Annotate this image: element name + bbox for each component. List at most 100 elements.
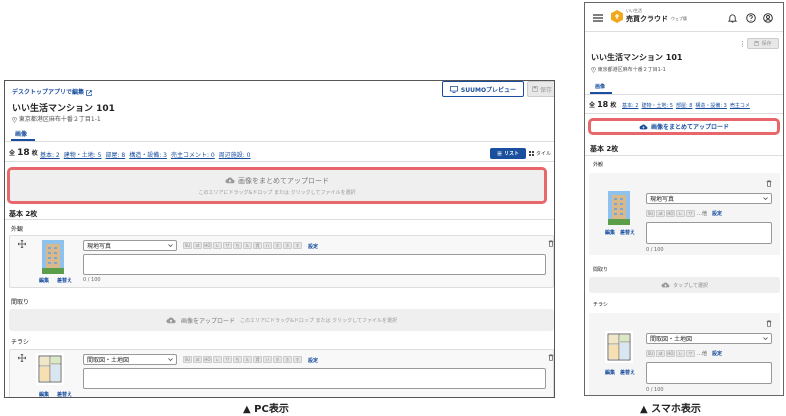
suumo-preview-button[interactable]: SUUMOプレビュー xyxy=(442,81,524,97)
edit-link[interactable]: 編集 xyxy=(605,369,615,376)
drag-handle-icon[interactable] xyxy=(18,354,26,362)
portal-tag[interactable]: サ xyxy=(223,242,232,249)
portal-tag[interactable]: ホ xyxy=(293,242,302,249)
floorplan-thumbnail[interactable] xyxy=(36,353,64,385)
more-options-icon[interactable]: ⋮ xyxy=(739,40,746,48)
portal-tag[interactable]: サ xyxy=(686,350,695,357)
portal-tag[interactable]: SU xyxy=(183,242,192,249)
portal-tag[interactable]: 賃 xyxy=(253,242,262,249)
portal-tag[interactable]: 賃 xyxy=(253,356,262,363)
trash-icon[interactable] xyxy=(766,320,772,327)
bulk-upload-zone[interactable]: 画像をまとめてアップロード このエリアにドラッグ&ドロップ または クリックして… xyxy=(10,170,544,201)
section-basic-heading: 基本 2枚 xyxy=(9,210,38,218)
edit-link[interactable]: 編集 xyxy=(39,277,49,284)
save-button[interactable]: 保存 xyxy=(747,38,779,49)
hamburger-menu-icon[interactable] xyxy=(593,14,603,22)
category-link[interactable]: 構造・設備: 3 xyxy=(695,102,726,109)
portal-tag[interactable]: レ xyxy=(676,350,685,357)
portal-tag[interactable]: ル xyxy=(243,242,252,249)
category-link[interactable]: 売主コメント: 0 xyxy=(171,150,215,159)
replace-link[interactable]: 差替え xyxy=(620,229,635,236)
help-icon[interactable] xyxy=(746,13,756,23)
portal-tag[interactable]: ち xyxy=(233,242,242,249)
edit-link[interactable]: 編集 xyxy=(605,229,615,236)
portal-tag[interactable]: ハ xyxy=(263,242,272,249)
category-link[interactable]: 建物・土地: 5 xyxy=(64,150,102,159)
setting-link[interactable]: 設定 xyxy=(712,210,722,217)
portal-tag[interactable]: HO xyxy=(203,356,212,363)
portal-tag[interactable]: SU xyxy=(646,350,655,357)
category-link[interactable]: 建物・土地: 5 xyxy=(641,102,672,109)
drag-handle-icon[interactable] xyxy=(18,240,26,248)
image-comment-textarea[interactable] xyxy=(83,254,546,275)
portal-tag[interactable]: HO xyxy=(666,210,675,217)
total-number: 18 xyxy=(17,148,30,158)
portal-tag[interactable]: レ xyxy=(676,210,685,217)
portal-tag[interactable]: レ xyxy=(213,356,222,363)
tab-images[interactable]: 画像 xyxy=(595,83,605,90)
portal-tag[interactable]: ハ xyxy=(263,356,272,363)
category-link[interactable]: 売主コメ xyxy=(730,102,750,109)
desktop-app-link[interactable]: デスクトップアプリで編集 xyxy=(12,87,92,96)
category-link[interactable]: 部屋: 8 xyxy=(676,102,692,109)
image-comment-textarea[interactable] xyxy=(83,368,546,389)
user-account-icon[interactable] xyxy=(763,13,773,23)
trash-icon[interactable] xyxy=(548,354,554,361)
portal-tag[interactable]: サ xyxy=(686,210,695,217)
portal-tag[interactable]: at xyxy=(656,350,665,357)
save-label: 保存 xyxy=(539,86,552,94)
portal-tag-row: SU at HO レ サ ち ル 賃 ハ ホ ホ ホ xyxy=(183,242,303,249)
setting-link[interactable]: 設定 xyxy=(308,357,318,364)
portal-tag[interactable]: レ xyxy=(213,242,222,249)
portal-tag[interactable]: HO xyxy=(666,350,675,357)
building-photo-thumbnail[interactable] xyxy=(608,191,630,225)
image-comment-textarea[interactable] xyxy=(646,362,772,384)
replace-link[interactable]: 差替え xyxy=(620,369,635,376)
setting-link[interactable]: 設定 xyxy=(308,243,318,250)
category-link[interactable]: 周辺施設: 0 xyxy=(219,150,251,159)
portal-tag[interactable]: at xyxy=(193,242,202,249)
portal-tag[interactable]: ホ xyxy=(293,356,302,363)
trash-icon[interactable] xyxy=(766,180,772,187)
group-upload-zone[interactable]: タップして選択 xyxy=(589,277,780,293)
portal-tag[interactable]: HO xyxy=(203,242,212,249)
portal-tag[interactable]: ち xyxy=(233,356,242,363)
view-list-button[interactable]: リスト xyxy=(490,148,526,159)
image-comment-textarea[interactable] xyxy=(646,222,772,244)
category-link[interactable]: 部屋: 8 xyxy=(106,150,126,159)
portal-tag[interactable]: ホ xyxy=(283,242,292,249)
section-basic-heading: 基本 2枚 xyxy=(590,145,619,153)
monitor-icon xyxy=(450,85,458,93)
image-item-card: 編集 差替え 間取図・土地図 SU at HO レ サ ち ル 賃 ハ ホ ホ … xyxy=(9,349,554,397)
group-upload-zone[interactable]: 画像をアップロード このエリアにドラッグ&ドロップ または クリックしてファイル… xyxy=(9,309,554,331)
image-category-select[interactable]: 間取図・土地図 xyxy=(83,354,177,365)
category-link[interactable]: 構造・設備: 3 xyxy=(129,150,167,159)
bell-icon[interactable] xyxy=(728,13,737,23)
portal-tag[interactable]: SU xyxy=(646,210,655,217)
image-category-select[interactable]: 間取図・土地図 xyxy=(646,333,772,344)
replace-link[interactable]: 差替え xyxy=(57,277,72,284)
bulk-upload-button[interactable]: 画像をまとめてアップロード xyxy=(591,121,777,132)
tab-images[interactable]: 画像 xyxy=(15,129,27,138)
image-category-select[interactable]: 現地写真 xyxy=(83,240,177,251)
floorplan-thumbnail[interactable] xyxy=(605,331,633,363)
portal-tag[interactable]: ル xyxy=(243,356,252,363)
edit-link[interactable]: 編集 xyxy=(39,391,49,397)
setting-link[interactable]: 設定 xyxy=(712,350,722,357)
view-tile-button[interactable]: タイル xyxy=(529,148,554,159)
image-category-select[interactable]: 現地写真 xyxy=(646,193,772,204)
building-photo-thumbnail[interactable] xyxy=(42,240,64,274)
portal-tag[interactable]: SU xyxy=(183,356,192,363)
category-link[interactable]: 基本: 2 xyxy=(622,102,638,109)
save-button[interactable]: 保存 xyxy=(527,81,554,97)
replace-link[interactable]: 差替え xyxy=(57,391,72,397)
portal-tag[interactable]: ホ xyxy=(273,242,282,249)
portal-tag[interactable]: at xyxy=(656,210,665,217)
portal-tag[interactable]: サ xyxy=(223,356,232,363)
group-upload-label: 画像をアップロード xyxy=(181,317,236,325)
portal-tag[interactable]: ホ xyxy=(273,356,282,363)
category-link[interactable]: 基本: 2 xyxy=(40,150,60,159)
trash-icon[interactable] xyxy=(548,240,554,247)
portal-tag[interactable]: ホ xyxy=(283,356,292,363)
portal-tag[interactable]: at xyxy=(193,356,202,363)
